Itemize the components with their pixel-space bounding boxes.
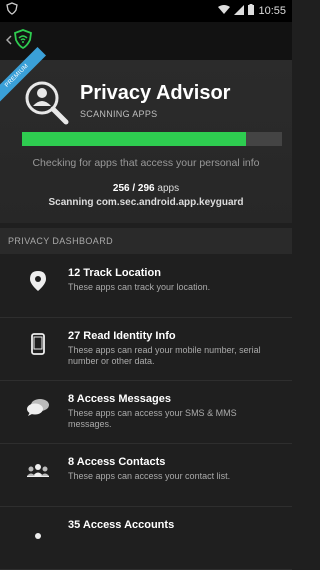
page-title: Privacy Advisor bbox=[80, 82, 231, 104]
magnifier-person-icon bbox=[22, 78, 70, 131]
accounts-icon bbox=[26, 521, 50, 545]
scan-count-suffix: apps bbox=[157, 183, 180, 194]
list-item-description: These apps can track your location. bbox=[68, 282, 211, 292]
list-item-description: These apps can read your mobile number, … bbox=[68, 345, 261, 366]
phone-icon bbox=[26, 332, 50, 356]
list-item-title: 27 Read Identity Info bbox=[68, 330, 176, 342]
list-item-access-accounts[interactable]: 35 Access Accounts bbox=[0, 507, 292, 570]
battery-icon bbox=[248, 4, 255, 18]
back-button[interactable] bbox=[5, 28, 32, 54]
checking-message: Checking for apps that access your perso… bbox=[32, 157, 260, 169]
scan-progress-fill bbox=[22, 132, 246, 146]
scan-progress-bar bbox=[22, 132, 282, 146]
chat-bubbles-icon bbox=[26, 395, 50, 419]
chevron-left-icon bbox=[5, 32, 12, 50]
wifi-icon bbox=[218, 4, 231, 18]
status-bar: 10:55 bbox=[0, 0, 292, 22]
list-item-title: 35 Access Accounts bbox=[68, 519, 175, 531]
list-item-access-contacts[interactable]: 8 Access Contacts These apps can access … bbox=[0, 444, 292, 507]
list-item-track-location[interactable]: 12 Track Location These apps can track y… bbox=[0, 255, 292, 318]
clock: 10:55 bbox=[258, 5, 286, 17]
privacy-advisor-header: PREMIUM Privacy Advisor SCANNING APPS Ch… bbox=[0, 47, 292, 223]
scan-status-label: SCANNING APPS bbox=[80, 109, 158, 119]
scan-count-value: 256 / 296 bbox=[112, 183, 155, 194]
shield-notification-icon bbox=[6, 2, 18, 20]
scanning-package: Scanning com.sec.android.app.keyguard bbox=[48, 197, 244, 208]
list-item-title: 8 Access Contacts bbox=[68, 456, 166, 468]
list-item-description: These apps can access your SMS & MMS mes… bbox=[68, 408, 237, 429]
contacts-group-icon bbox=[26, 458, 50, 482]
list-item-read-identity[interactable]: 27 Read Identity Info These apps can rea… bbox=[0, 318, 292, 381]
list-item-access-messages[interactable]: 8 Access Messages These apps can access … bbox=[0, 381, 292, 444]
scan-count: 256 / 296 apps bbox=[0, 183, 292, 194]
list-item-title: 8 Access Messages bbox=[68, 393, 171, 405]
wifi-shield-app-icon bbox=[14, 28, 32, 54]
location-pin-icon bbox=[26, 269, 50, 293]
privacy-dashboard-list: 12 Track Location These apps can track y… bbox=[0, 255, 292, 570]
privacy-dashboard-header: PRIVACY DASHBOARD bbox=[0, 228, 292, 254]
signal-icon bbox=[234, 4, 245, 18]
list-item-title: 12 Track Location bbox=[68, 267, 161, 279]
list-item-description: These apps can access your contact list. bbox=[68, 471, 231, 481]
